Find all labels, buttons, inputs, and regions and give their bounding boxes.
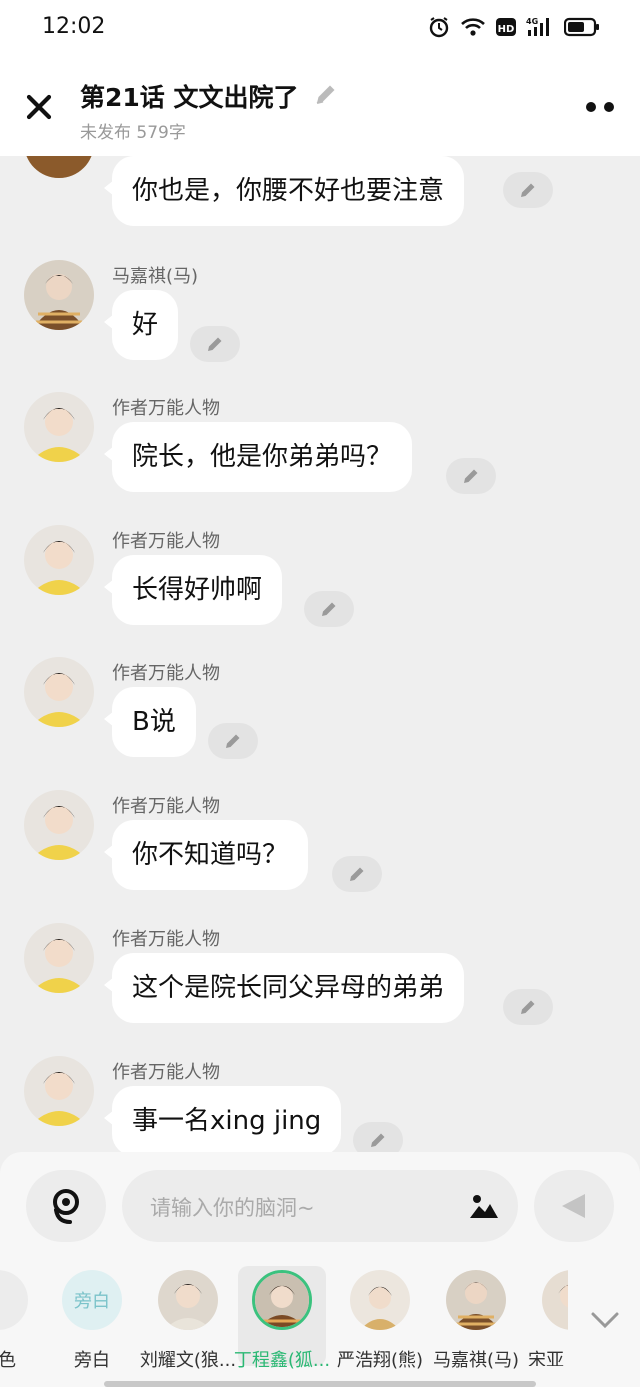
add-role-icon — [0, 1270, 28, 1330]
status-icons: HD 4G — [428, 16, 600, 38]
editor-header: 第21话 文文出院了 未发布 579字 — [0, 56, 640, 156]
speaker-name: 作者万能人物 — [112, 531, 220, 552]
role-label: 马嘉祺(马) — [432, 1350, 520, 1371]
close-icon — [26, 94, 52, 120]
role-item[interactable]: 马嘉祺(马) — [432, 1266, 520, 1371]
role-item[interactable]: 宋亚 — [528, 1266, 568, 1366]
voice-button[interactable] — [26, 1170, 106, 1242]
pencil-icon — [521, 183, 535, 197]
chat-area[interactable]: 你也是，你腰不好也要注意 马嘉祺(马) 好 作者万能人物 院长，他是你弟弟吗？ … — [0, 156, 640, 1156]
role-item[interactable]: 严浩翔(熊) — [336, 1266, 424, 1371]
expand-roles-button[interactable] — [590, 1310, 620, 1334]
edit-message-button[interactable] — [208, 723, 258, 759]
edit-message-button[interactable] — [353, 1122, 403, 1156]
role-label: 宋亚 — [528, 1350, 564, 1366]
chapter-status: 未发布 579字 — [80, 123, 186, 143]
avatar — [542, 1270, 568, 1330]
close-button[interactable] — [22, 90, 56, 124]
avatar[interactable] — [24, 657, 94, 727]
home-indicator — [104, 1381, 536, 1387]
edit-message-button[interactable] — [446, 458, 496, 494]
message-bubble[interactable]: 你不知道吗？ — [103, 820, 309, 890]
speaker-name: 马嘉祺(马) — [112, 266, 199, 287]
more-dot-icon — [586, 102, 596, 112]
pencil-icon — [464, 469, 478, 483]
image-button[interactable] — [468, 1192, 500, 1224]
pencil-icon — [208, 337, 222, 351]
edit-message-button[interactable] — [304, 591, 354, 627]
wifi-icon — [460, 17, 486, 37]
message-bubble[interactable]: 你也是，你腰不好也要注意 — [103, 156, 465, 226]
message-bubble[interactable]: B说 — [104, 687, 196, 757]
edit-title-button[interactable] — [313, 81, 339, 111]
message-bubble[interactable]: 事一名xing jing — [103, 1086, 342, 1156]
avatar[interactable] — [24, 525, 94, 595]
pencil-icon — [371, 1133, 385, 1147]
send-button[interactable] — [534, 1170, 614, 1242]
role-item-selected[interactable]: 丁程鑫(狐... — [234, 1266, 330, 1371]
message-bubble[interactable]: 好 — [103, 290, 179, 360]
edit-message-button[interactable] — [190, 326, 240, 362]
role-label: 旁白 — [74, 1350, 110, 1371]
avatar — [158, 1270, 218, 1330]
message-input[interactable]: 请输入你的脑洞~ — [122, 1170, 518, 1242]
signal-4g-icon: 4G — [526, 16, 554, 38]
role-label: 严浩翔(熊) — [336, 1350, 424, 1371]
role-item[interactable]: 角色 — [0, 1266, 42, 1371]
role-selector: 角色 旁白 旁白 刘耀文(狼... 丁程鑫(狐... 严浩翔(熊) 马嘉祺(马)… — [0, 1260, 640, 1387]
edit-message-button[interactable] — [503, 172, 553, 208]
hd-icon: HD — [496, 17, 516, 37]
avatar[interactable] — [24, 790, 94, 860]
avatar[interactable] — [24, 923, 94, 993]
input-placeholder: 请输入你的脑洞~ — [150, 1196, 315, 1220]
title-row: 第21话 文文出院了 — [80, 78, 339, 114]
pencil-icon — [316, 85, 334, 104]
more-dot-icon — [604, 102, 614, 112]
pencil-icon — [350, 867, 364, 881]
avatar[interactable] — [24, 1056, 94, 1126]
speaker-name: 作者万能人物 — [112, 398, 220, 419]
avatar — [350, 1270, 410, 1330]
avatar[interactable] — [24, 260, 94, 330]
message-bubble[interactable]: 长得好帅啊 — [103, 555, 283, 625]
speaker-name: 作者万能人物 — [112, 1062, 220, 1083]
avatar — [252, 1270, 312, 1330]
alarm-icon — [428, 16, 450, 38]
chapter-title: 第21话 文文出院了 — [80, 83, 299, 112]
chevron-down-icon — [591, 1312, 619, 1329]
avatar[interactable] — [24, 156, 94, 178]
message-bubble[interactable]: 院长，他是你弟弟吗？ — [103, 422, 413, 492]
edit-message-button[interactable] — [332, 856, 382, 892]
speaker-name: 作者万能人物 — [112, 796, 220, 817]
more-button[interactable] — [586, 102, 614, 112]
role-item[interactable]: 刘耀文(狼... — [140, 1266, 236, 1371]
speaker-name: 作者万能人物 — [112, 929, 220, 950]
avatar — [446, 1270, 506, 1330]
input-bar: 请输入你的脑洞~ — [0, 1152, 640, 1260]
narrator-badge: 旁白 — [62, 1270, 122, 1330]
image-icon — [470, 1195, 498, 1218]
pencil-icon — [226, 734, 240, 748]
message-bubble[interactable]: 这个是院长同父异母的弟弟 — [103, 953, 465, 1023]
pencil-icon — [521, 1000, 535, 1014]
pencil-icon — [322, 602, 336, 616]
role-label: 刘耀文(狼... — [139, 1350, 237, 1371]
role-label: 丁程鑫(狐... — [233, 1350, 331, 1371]
speaker-name: 作者万能人物 — [112, 663, 220, 684]
role-item-narrator[interactable]: 旁白 旁白 — [48, 1266, 136, 1371]
edit-message-button[interactable] — [503, 989, 553, 1025]
svg-text:HD: HD — [498, 24, 515, 35]
svg-text:4G: 4G — [526, 17, 538, 26]
send-icon — [562, 1194, 585, 1218]
avatar[interactable] — [24, 392, 94, 462]
status-bar: 12:02 HD 4G — [0, 0, 640, 56]
status-time: 12:02 — [42, 14, 106, 39]
brain-hole-icon — [53, 1189, 79, 1224]
battery-icon — [564, 17, 600, 37]
